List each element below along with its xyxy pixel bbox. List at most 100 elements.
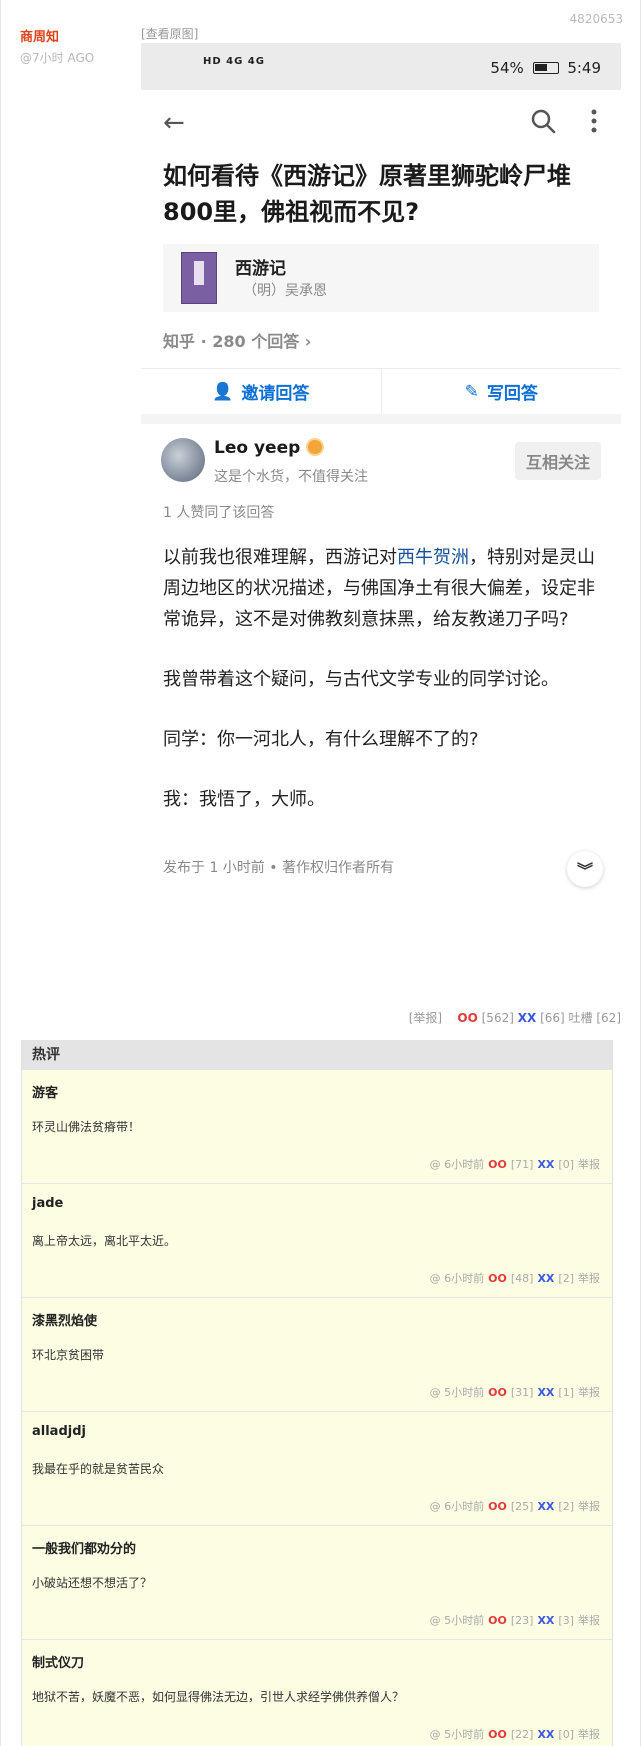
book-card[interactable]: 西游记 （明）吴承恩 bbox=[163, 244, 599, 312]
comment-footer: @ 5小时前 OO [31] XX [1] 举报 bbox=[426, 1384, 600, 1400]
xx-count: [0] bbox=[558, 1728, 574, 1741]
oo-count: [71] bbox=[510, 1158, 534, 1171]
keyword-link[interactable]: 西牛贺洲 bbox=[397, 547, 469, 568]
more-vertical-icon[interactable] bbox=[589, 106, 599, 136]
oo-button[interactable]: OO bbox=[488, 1272, 507, 1285]
book-cover-image bbox=[181, 252, 217, 304]
comment-item: 游客 环灵山佛法贫瘠带！ @ 6小时前 OO [71] XX [0] 举报 bbox=[22, 1070, 612, 1184]
comment-text: 环灵山佛法贫瘠带！ bbox=[32, 1120, 141, 1134]
post-footer: [举报] OO [562] XX [66] 吐槽 [62] bbox=[409, 1009, 621, 1026]
report-link[interactable]: 举报 bbox=[578, 1272, 600, 1285]
oo-count: [25] bbox=[510, 1500, 534, 1513]
oo-count: [22] bbox=[510, 1728, 534, 1741]
comment-text: 地狱不苦，妖魔不恶，如何显得佛法无边，引世人求经学佛供养僧人？ bbox=[32, 1690, 405, 1704]
paragraph-4: 我：我悟了，大师。 bbox=[163, 789, 325, 810]
search-icon[interactable] bbox=[530, 108, 556, 134]
paragraph-3: 同学：你一河北人，有什么理解不了的? bbox=[163, 729, 479, 750]
hot-comments: 热评 游客 环灵山佛法贫瘠带！ @ 6小时前 OO [71] XX [0] 举报 jade… bbox=[21, 1040, 613, 1746]
hot-comments-header: 热评 bbox=[22, 1040, 612, 1070]
report-link[interactable]: 举报 bbox=[578, 1614, 600, 1627]
comment-author[interactable]: alladjdj bbox=[32, 1424, 86, 1439]
comment-time: @ 6小时前 bbox=[429, 1500, 485, 1513]
invite-label: 邀请回答 bbox=[241, 384, 310, 404]
xx-count: [1] bbox=[558, 1386, 574, 1399]
answer-count-link[interactable]: 知乎 · 280 个回答 › bbox=[163, 328, 599, 352]
battery-percent: 54% bbox=[490, 59, 524, 77]
user-badge-icon bbox=[306, 438, 325, 456]
answerer-name[interactable]: Leo yeep bbox=[214, 438, 325, 458]
comment-footer: @ 6小时前 OO [71] XX [0] 举报 bbox=[426, 1156, 600, 1172]
comment-text: 环北京贫困带 bbox=[32, 1348, 105, 1362]
question-title: 如何看待《西游记》原著里狮驼岭尸堆800里，佛祖视而不见? bbox=[163, 162, 571, 226]
avatar[interactable] bbox=[161, 438, 205, 482]
oo-button[interactable]: OO bbox=[488, 1500, 507, 1513]
comment-text: 我最在乎的就是贫苦民众 bbox=[32, 1462, 165, 1476]
oo-button[interactable]: OO bbox=[488, 1158, 507, 1171]
oo-count: [562] bbox=[481, 1011, 514, 1025]
status-right: 54% 5:49 bbox=[490, 59, 601, 77]
comment-author[interactable]: 游客 bbox=[32, 1082, 58, 1101]
likes-count: 1 人赞同了该回答 bbox=[163, 505, 275, 521]
answer-header: Leo yeep 这是个水货，不值得关注 互相关注 bbox=[141, 428, 621, 502]
xx-count: [2] bbox=[558, 1500, 574, 1513]
comment-item: jade 离上帝太远，离北平太近。 @ 6小时前 OO [48] XX [2] 举报 bbox=[22, 1184, 612, 1298]
comment-time: @ 5小时前 bbox=[429, 1614, 485, 1627]
write-answer-button[interactable]: ✎ 写回答 bbox=[380, 369, 622, 414]
report-link[interactable]: 举报 bbox=[578, 1386, 600, 1399]
follow-button[interactable]: 互相关注 bbox=[515, 442, 601, 480]
add-person-icon: 👤 bbox=[212, 381, 234, 402]
clock: 5:49 bbox=[567, 59, 601, 77]
xx-count: [66] bbox=[540, 1011, 565, 1025]
comment-item: alladjdj 我最在乎的就是贫苦民众 @ 6小时前 OO [25] XX [2] 举报 bbox=[22, 1412, 612, 1526]
xx-button[interactable]: XX bbox=[537, 1386, 554, 1399]
comment-author[interactable]: 漆黑烈焰使 bbox=[32, 1310, 97, 1329]
write-label: 写回答 bbox=[486, 384, 538, 404]
post-header: 商周知 @7小时 AGO bbox=[20, 26, 130, 66]
action-row: 👤 邀请回答 ✎ 写回答 bbox=[141, 368, 621, 424]
xx-button[interactable]: XX bbox=[537, 1500, 554, 1513]
xx-button[interactable]: XX bbox=[537, 1614, 554, 1627]
post-id: 4820653 bbox=[569, 12, 623, 26]
comment-footer: @ 5小时前 OO [22] XX [0] 举报 bbox=[426, 1726, 600, 1742]
comment-author[interactable]: jade bbox=[32, 1196, 63, 1211]
oo-button[interactable]: OO bbox=[488, 1728, 507, 1741]
tucao-link[interactable]: 吐槽 [62] bbox=[569, 1011, 621, 1025]
battery-icon bbox=[532, 62, 559, 74]
xx-count: [0] bbox=[558, 1158, 574, 1171]
back-arrow-icon[interactable]: ← bbox=[163, 108, 185, 138]
answerer-bio: 这是个水货，不值得关注 bbox=[214, 469, 368, 485]
oo-button[interactable]: OO bbox=[488, 1386, 507, 1399]
report-link[interactable]: 举报 bbox=[578, 1158, 600, 1171]
oo-count: [48] bbox=[510, 1272, 534, 1285]
comment-footer: @ 6小时前 OO [25] XX [2] 举报 bbox=[426, 1498, 600, 1514]
paragraph-1: 以前我也很难理解，西游记对西牛贺洲，特别对是灵山周边地区的状况描述，与佛国净土有… bbox=[163, 547, 595, 630]
report-link[interactable]: 举报 bbox=[578, 1500, 600, 1513]
report-link[interactable]: 举报 bbox=[578, 1728, 600, 1741]
book-author: （明）吴承恩 bbox=[243, 283, 327, 299]
view-original-link[interactable]: [查看原图] bbox=[141, 25, 198, 42]
comment-time: @ 6小时前 bbox=[429, 1158, 485, 1171]
xx-count: [3] bbox=[558, 1614, 574, 1627]
xx-button[interactable]: XX bbox=[537, 1158, 554, 1171]
oo-count: [31] bbox=[510, 1386, 534, 1399]
report-link[interactable]: [举报] bbox=[409, 1011, 442, 1025]
comment-author[interactable]: 一般我们都劝分的 bbox=[32, 1538, 136, 1557]
double-chevron-down-icon[interactable]: ︾ bbox=[567, 851, 603, 887]
comment-time: @ 5小时前 bbox=[429, 1728, 485, 1741]
xx-button[interactable]: XX bbox=[537, 1272, 554, 1285]
comment-text: 小破站还想不想活了？ bbox=[32, 1576, 153, 1590]
xx-button[interactable]: XX bbox=[537, 1728, 554, 1741]
edit-icon: ✎ bbox=[464, 381, 479, 402]
comment-author[interactable]: 制式仪刀 bbox=[32, 1652, 84, 1671]
comment-item: 漆黑烈焰使 环北京贫困带 @ 5小时前 OO [31] XX [1] 举报 bbox=[22, 1298, 612, 1412]
post-time: @7小时 AGO bbox=[20, 51, 95, 65]
embedded-screenshot: HD 4G 4G 54% 5:49 ← 如何看待《西游记》原著里狮驼岭尸堆800… bbox=[141, 43, 621, 1003]
published-line: 发布于 1 小时前 • 著作权归作者所有 bbox=[163, 860, 394, 876]
post-author[interactable]: 商周知 bbox=[20, 26, 130, 45]
app-topbar: ← bbox=[141, 90, 621, 156]
book-title: 西游记 bbox=[235, 259, 286, 279]
xx-button[interactable]: XX bbox=[518, 1011, 537, 1025]
oo-button[interactable]: OO bbox=[457, 1011, 477, 1025]
oo-button[interactable]: OO bbox=[488, 1614, 507, 1627]
invite-answer-button[interactable]: 👤 邀请回答 bbox=[141, 369, 381, 414]
